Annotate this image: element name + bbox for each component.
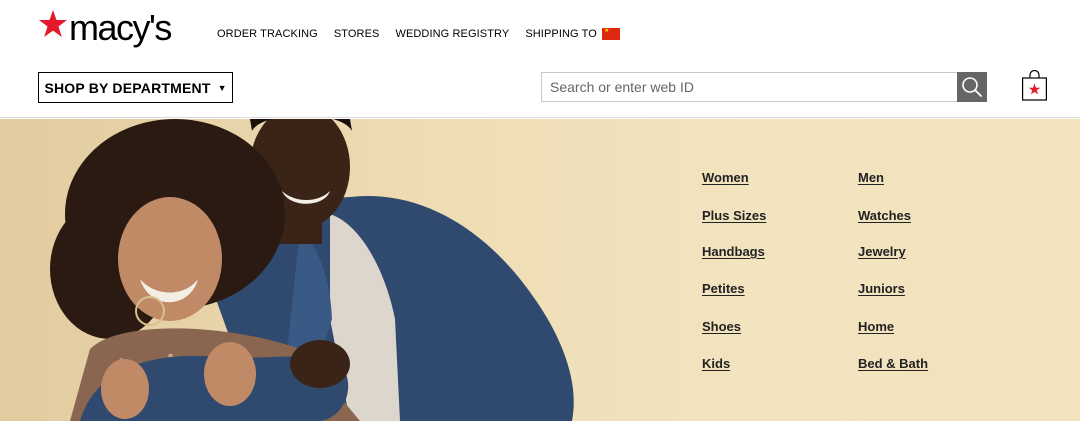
macys-star-icon: [39, 10, 67, 37]
shipping-to-selector[interactable]: SHIPPING TO ★: [525, 28, 620, 40]
search-button[interactable]: [957, 72, 987, 102]
site-header: macy's ORDER TRACKING STORES WEDDING REG…: [0, 0, 1080, 118]
category-link-men[interactable]: Men: [858, 170, 884, 185]
category-link-handbags[interactable]: Handbags: [702, 244, 765, 259]
shopping-bag-icon: [1022, 69, 1047, 101]
shop-by-department-button[interactable]: SHOP BY DEPARTMENT ▼: [38, 72, 233, 103]
category-link-home[interactable]: Home: [858, 319, 894, 334]
category-link-plus-sizes[interactable]: Plus Sizes: [702, 208, 766, 223]
search-input[interactable]: [541, 72, 957, 102]
shipping-to-label: SHIPPING TO: [525, 28, 597, 40]
category-link-jewelry[interactable]: Jewelry: [858, 244, 906, 259]
macys-wordmark: macy's: [69, 7, 172, 48]
hero-banner: Women Plus Sizes Handbags Petites Shoes …: [0, 119, 1080, 421]
couple-embracing-photo[interactable]: [0, 119, 620, 421]
macys-logo[interactable]: macy's: [38, 7, 172, 48]
china-flag-icon: ★: [601, 28, 620, 40]
category-link-shoes[interactable]: Shoes: [702, 319, 741, 334]
utility-nav: ORDER TRACKING STORES WEDDING REGISTRY S…: [217, 27, 620, 41]
wedding-registry-link[interactable]: WEDDING REGISTRY: [395, 28, 509, 40]
shopping-bag-button[interactable]: [1022, 69, 1047, 101]
order-tracking-link[interactable]: ORDER TRACKING: [217, 28, 318, 40]
category-link-kids[interactable]: Kids: [702, 356, 730, 371]
search-bar: [541, 72, 987, 102]
category-link-juniors[interactable]: Juniors: [858, 281, 905, 296]
stores-link[interactable]: STORES: [334, 28, 380, 40]
category-link-women[interactable]: Women: [702, 170, 749, 185]
search-icon: [962, 77, 982, 97]
category-link-watches[interactable]: Watches: [858, 208, 911, 223]
category-link-bed-and-bath[interactable]: Bed & Bath: [858, 356, 928, 371]
shop-by-department-label: SHOP BY DEPARTMENT: [44, 79, 211, 96]
caret-down-icon: ▼: [217, 82, 227, 93]
category-link-petites[interactable]: Petites: [702, 281, 745, 296]
